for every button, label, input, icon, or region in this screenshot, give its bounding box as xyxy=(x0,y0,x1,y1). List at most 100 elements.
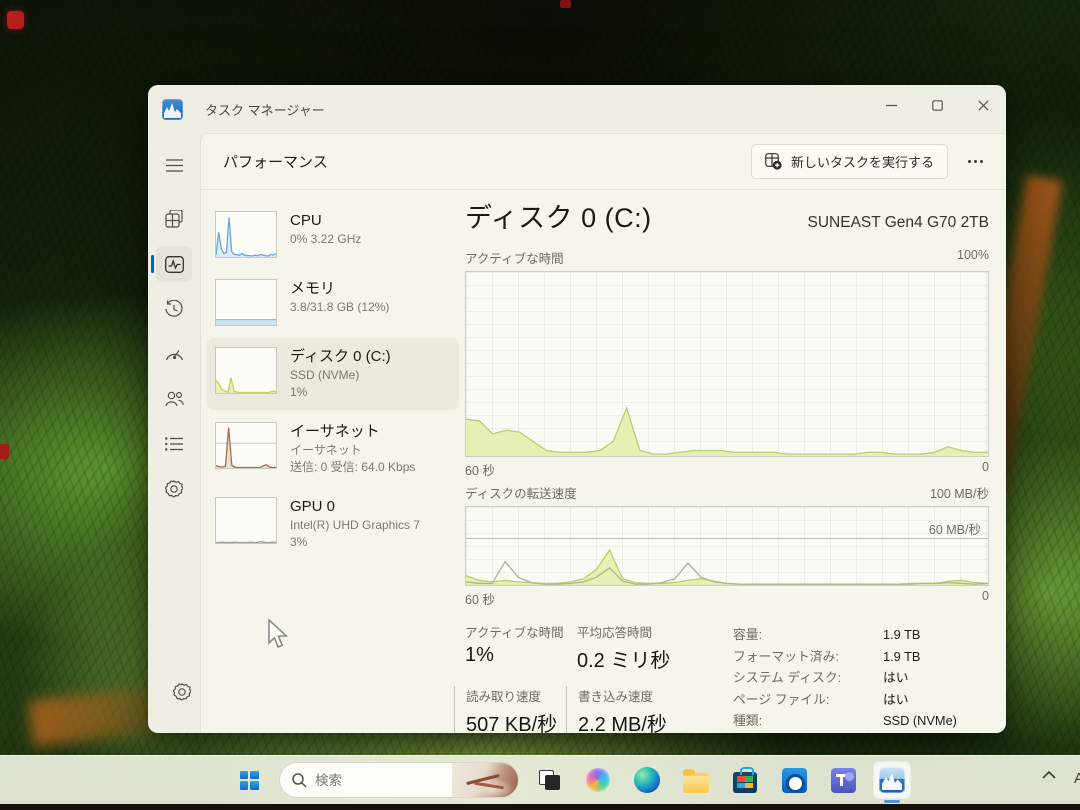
run-new-task-icon xyxy=(765,153,782,170)
file-explorer-icon xyxy=(683,773,709,793)
transfer-rate-chart: 60 MB/秒 xyxy=(465,506,989,586)
chart1-max-label: 100% xyxy=(957,248,989,267)
perf-item-sub2: 3% xyxy=(290,534,420,551)
file-explorer-button[interactable] xyxy=(677,761,715,799)
perf-item-title: GPU 0 xyxy=(290,497,420,517)
title-bar[interactable]: タスク マネージャー xyxy=(148,85,1006,133)
property-row: フォーマット済み:1.9 TB xyxy=(733,646,957,668)
disk-title: ディスク 0 (C:) xyxy=(465,196,652,235)
more-options-button[interactable] xyxy=(958,146,992,178)
perf-item-sub2: 1% xyxy=(290,384,391,401)
nav-app-history[interactable] xyxy=(156,291,192,327)
performance-list: CPU 0% 3.22 GHz メモリ 3.8/31.8 GB (12%) ディ… xyxy=(207,202,459,563)
perf-item-ethernet[interactable]: イーサネット イーサネット 送信: 0 受信: 64.0 Kbps xyxy=(207,413,459,485)
task-manager-icon xyxy=(879,767,905,793)
search-highlight-image[interactable] xyxy=(452,762,518,798)
cpu-mini-chart xyxy=(215,211,277,258)
chart1-x-left: 60 秒 xyxy=(465,460,495,479)
perf-item-disk[interactable]: ディスク 0 (C:) SSD (NVMe) 1% xyxy=(207,338,459,410)
nav-performance[interactable] xyxy=(156,246,192,282)
disk-mini-chart xyxy=(215,347,277,394)
chart1-label: アクティブな時間 xyxy=(465,248,564,267)
nav-processes[interactable] xyxy=(156,201,192,237)
chart2-x-right: 0 xyxy=(982,589,989,608)
minimize-button[interactable] xyxy=(868,85,914,125)
perf-item-sub: 0% 3.22 GHz xyxy=(290,231,361,248)
perf-item-sub: SSD (NVMe) xyxy=(290,367,391,384)
page-header: パフォーマンス 新しいタスクを実行する xyxy=(201,134,1006,190)
chart1-x-right: 0 xyxy=(982,460,989,479)
run-new-task-button[interactable]: 新しいタスクを実行する xyxy=(751,144,948,179)
property-row: システム ディスク:はい xyxy=(733,667,957,689)
wallpaper-ornament xyxy=(560,0,571,8)
nav-rail xyxy=(148,133,200,733)
nav-services[interactable] xyxy=(156,471,192,507)
tray-overflow-chevron[interactable] xyxy=(1042,770,1056,779)
edge-button[interactable] xyxy=(628,761,666,799)
taskbar: A xyxy=(0,755,1080,804)
disk-properties: 容量:1.9 TB フォーマット済み:1.9 TB システム ディスク:はい ペ… xyxy=(733,624,957,733)
search-input[interactable] xyxy=(315,773,435,788)
disk-detail-pane: ディスク 0 (C:) SUNEAST Gen4 G70 2TB アクティブな時… xyxy=(465,196,989,733)
stat-read-speed: 読み取り速度 507 KB/秒 xyxy=(454,686,577,733)
ethernet-mini-chart xyxy=(215,422,277,469)
nav-details[interactable] xyxy=(156,426,192,462)
edge-icon xyxy=(634,767,660,793)
copilot-icon xyxy=(586,768,610,792)
start-button[interactable] xyxy=(230,761,268,799)
memory-mini-chart xyxy=(215,279,277,326)
perf-item-title: CPU xyxy=(290,211,361,231)
task-view-button[interactable] xyxy=(530,761,568,799)
property-row: 容量:1.9 TB xyxy=(733,624,957,646)
store-icon xyxy=(733,772,757,793)
disk-stats: アクティブな時間 1% 平均応答時間 0.2 ミリ秒 読み取り速度 507 KB… xyxy=(465,622,727,733)
perf-item-sub: イーサネット xyxy=(290,442,415,459)
nav-startup-apps[interactable] xyxy=(156,336,192,372)
perf-item-sub: Intel(R) UHD Graphics 7 xyxy=(290,517,420,534)
window-title: タスク マネージャー xyxy=(205,100,325,119)
nav-users[interactable] xyxy=(156,381,192,417)
task-manager-window: タスク マネージャー xyxy=(148,85,1006,733)
ime-indicator[interactable]: A xyxy=(1074,770,1080,787)
wallpaper-ornament xyxy=(7,11,24,29)
store-button[interactable] xyxy=(726,761,764,799)
perf-item-title: イーサネット xyxy=(290,422,415,442)
perf-item-gpu[interactable]: GPU 0 Intel(R) UHD Graphics 7 3% xyxy=(207,488,459,560)
stat-avg-response: 平均応答時間 0.2 ミリ秒 xyxy=(577,622,727,673)
outlook-button[interactable] xyxy=(775,761,813,799)
task-manager-taskbar-button[interactable] xyxy=(873,761,911,799)
perf-item-sub: 3.8/31.8 GB (12%) xyxy=(290,299,389,316)
teams-icon xyxy=(831,768,856,793)
outlook-icon xyxy=(782,768,807,793)
chart2-label: ディスクの転送速度 xyxy=(465,483,577,502)
perf-item-sub2: 送信: 0 受信: 64.0 Kbps xyxy=(290,459,415,476)
active-time-chart xyxy=(465,271,989,457)
task-manager-app-icon xyxy=(162,99,183,120)
content-panel: パフォーマンス 新しいタスクを実行する CPU 0% 3.22 GHz xyxy=(200,133,1006,733)
perf-item-title: ディスク 0 (C:) xyxy=(290,347,391,367)
settings-gear-icon[interactable] xyxy=(164,674,200,710)
hamburger-menu-button[interactable] xyxy=(156,147,192,183)
stat-write-speed: 書き込み速度 2.2 MB/秒 xyxy=(566,686,727,733)
copilot-button[interactable] xyxy=(579,761,617,799)
perf-item-memory[interactable]: メモリ 3.8/31.8 GB (12%) xyxy=(207,270,459,335)
screen-bezel xyxy=(0,804,1080,810)
perf-item-cpu[interactable]: CPU 0% 3.22 GHz xyxy=(207,202,459,267)
gpu-mini-chart xyxy=(215,497,277,544)
maximize-button[interactable] xyxy=(914,85,960,125)
taskbar-search[interactable] xyxy=(279,762,519,798)
wallpaper-ornament xyxy=(0,444,9,459)
search-icon xyxy=(292,773,307,788)
windows-logo-icon xyxy=(240,771,259,790)
stat-active-time: アクティブな時間 1% xyxy=(465,622,577,673)
close-button[interactable] xyxy=(960,85,1006,125)
page-title: パフォーマンス xyxy=(223,151,328,172)
teams-button[interactable] xyxy=(824,761,862,799)
chart2-max-label: 100 MB/秒 xyxy=(930,483,989,502)
disk-device-name: SUNEAST Gen4 G70 2TB xyxy=(808,214,990,232)
chart2-x-left: 60 秒 xyxy=(465,589,495,608)
property-row: 種類:SSD (NVMe) xyxy=(733,710,957,732)
property-row: ページ ファイル:はい xyxy=(733,689,957,711)
run-new-task-label: 新しいタスクを実行する xyxy=(791,152,934,171)
perf-item-title: メモリ xyxy=(290,279,389,299)
